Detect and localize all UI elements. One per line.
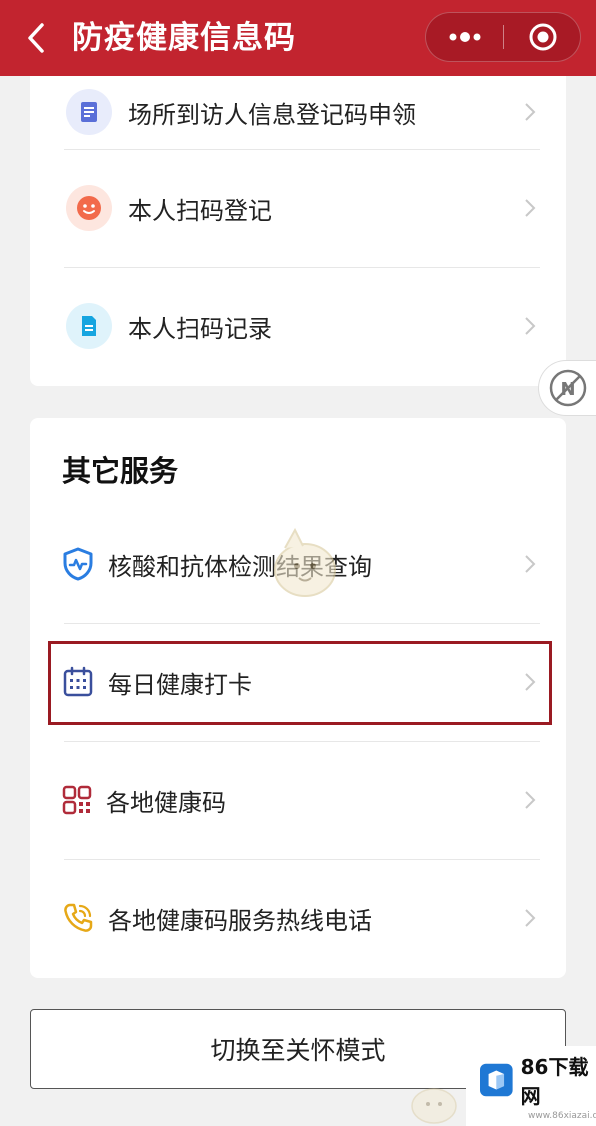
chevron-right-icon [525,555,536,573]
file-list-icon [66,303,112,349]
page-title: 防疫健康信息码 [72,20,296,56]
qr-grid-icon [62,785,92,815]
list-item-scan-records[interactable]: 本人扫码记录 [30,268,566,384]
more-button[interactable] [426,13,503,61]
section-title: 其它服务 [62,454,179,488]
list-item-regional-health-code[interactable]: 各地健康码 [30,742,566,858]
list-item-venue-code[interactable]: 场所到访人信息登记码申领 [30,76,566,148]
chevron-left-icon [28,23,44,53]
brand-name: 86下载网 [520,1055,589,1108]
registration-card: 场所到访人信息登记码申领 本人扫码登记 本人扫码记录 [30,76,566,386]
document-icon [66,89,112,135]
list-item-label: 场所到访人信息登记码申领 [128,100,416,129]
list-item-label: 本人扫码记录 [128,314,272,343]
phone-icon [64,903,93,932]
list-item-label: 各地健康码 [106,788,226,817]
shield-pulse-icon [63,547,93,581]
brand-url: www.86xiazai.com [528,1111,596,1121]
chevron-right-icon [525,199,536,217]
list-item-hotline[interactable]: 各地健康码服务热线电话 [30,860,566,976]
target-circle-icon [529,23,556,51]
corner-mascot-watermark-icon [411,1088,457,1124]
brand-cube-icon [480,1063,513,1097]
list-item-label: 本人扫码登记 [128,196,272,225]
top-bar: 防疫健康信息码 [0,0,596,76]
no-voice-icon: N [549,369,586,407]
back-button[interactable] [16,16,56,60]
floating-accessibility-toggle[interactable]: N [538,360,596,416]
chevron-right-icon [525,791,536,809]
more-dots-icon [449,32,480,42]
list-item-label: 各地健康码服务热线电话 [108,906,372,935]
watermark-badge: 86下载网 www.86xiazai.com [466,1046,596,1126]
list-item-self-scan[interactable]: 本人扫码登记 [30,150,566,266]
highlight-frame [48,641,552,725]
chevron-right-icon [525,103,536,121]
mini-program-capsule [425,12,581,62]
chevron-right-icon [525,317,536,335]
mascot-watermark-icon [274,527,336,597]
smile-face-icon [66,185,112,231]
chevron-right-icon [525,909,536,927]
close-mini-program-button[interactable] [504,13,581,61]
